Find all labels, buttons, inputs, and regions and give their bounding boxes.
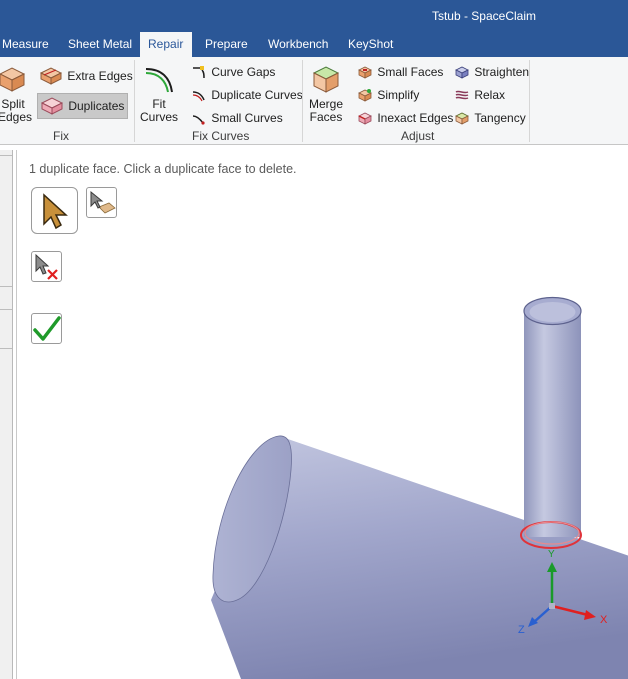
- panel-divider: [0, 309, 12, 310]
- tangency-icon: [455, 112, 469, 125]
- small-curves-label: Small Curves: [211, 110, 283, 125]
- duplicate-curves-icon: [192, 91, 205, 102]
- group-separator: [302, 60, 303, 142]
- small-faces-icon: [358, 66, 372, 79]
- tangency-label: Tangency: [474, 110, 526, 125]
- simplify-icon: [358, 88, 372, 102]
- fit-curves-button[interactable]: Fit Curves: [140, 64, 178, 124]
- duplicates-button[interactable]: Duplicates: [37, 93, 128, 119]
- split-edges-icon: [0, 67, 26, 92]
- curve-gaps-label: Curve Gaps: [211, 64, 276, 79]
- adjust-group-label: Adjust: [401, 129, 435, 143]
- complete-guide-button[interactable]: [31, 313, 62, 344]
- split-edges-label-2: Edges: [0, 110, 33, 124]
- merge-faces-button[interactable]: Merge Faces: [308, 64, 344, 124]
- ribbon-tab-bar: Measure Sheet Metal Repair Prepare Workb…: [0, 32, 628, 57]
- tab-keyshot[interactable]: KeyShot: [341, 32, 400, 57]
- straighten-button[interactable]: Straighten: [455, 64, 529, 79]
- duplicate-curves-button[interactable]: Duplicate Curves: [192, 87, 303, 102]
- extra-edges-label: Extra Edges: [67, 69, 133, 83]
- fit-curves-icon: [145, 68, 173, 93]
- simplify-button[interactable]: Simplify: [358, 87, 419, 102]
- straighten-icon: [455, 66, 469, 79]
- duplicates-label: Duplicates: [68, 99, 125, 113]
- tab-workbench[interactable]: Workbench: [261, 32, 335, 57]
- tangency-button[interactable]: Tangency: [455, 110, 526, 125]
- merge-faces-icon: [312, 66, 340, 93]
- panel-divider: [0, 155, 12, 156]
- group-separator: [529, 60, 530, 142]
- duplicate-curves-label: Duplicate Curves: [211, 87, 303, 102]
- inexact-edges-button[interactable]: Inexact Edges: [358, 110, 453, 125]
- triad-y-label: Y: [548, 549, 555, 560]
- merge-faces-label-2: Faces: [309, 110, 343, 124]
- extra-edges-icon: [40, 67, 62, 85]
- model-view: Y X Z: [211, 296, 628, 679]
- title-bar: Tstub - SpaceClaim: [0, 0, 628, 32]
- select-face-guide-button[interactable]: [86, 187, 117, 218]
- inexact-edges-label: Inexact Edges: [377, 110, 454, 125]
- small-curves-icon: [192, 115, 205, 125]
- simplify-label: Simplify: [377, 87, 420, 102]
- duplicates-icon: [41, 97, 63, 115]
- panel-divider: [0, 286, 12, 287]
- pointer-exclude-icon: [35, 253, 58, 280]
- stub-inner-wall: [529, 302, 576, 322]
- stub-body: [524, 312, 581, 537]
- pointer-arrow-icon: [43, 193, 68, 230]
- small-curves-button[interactable]: Small Curves: [192, 110, 283, 125]
- small-faces-label: Small Faces: [377, 64, 444, 79]
- triad-origin: [549, 603, 555, 609]
- relax-label: Relax: [474, 87, 506, 102]
- pointer-face-icon: [90, 190, 116, 214]
- tab-repair[interactable]: Repair: [140, 32, 192, 57]
- triad-z-label: Z: [518, 624, 525, 636]
- checkmark-icon: [33, 316, 61, 341]
- small-faces-button[interactable]: Small Faces: [358, 64, 443, 79]
- relax-icon: [455, 90, 469, 100]
- tab-sheet-metal[interactable]: Sheet Metal: [61, 32, 139, 57]
- straighten-label: Straighten: [474, 64, 530, 79]
- split-edges-button[interactable]: Split Edges: [0, 64, 33, 124]
- tab-prepare[interactable]: Prepare: [198, 32, 255, 57]
- tab-measure[interactable]: Measure: [0, 32, 56, 57]
- curve-gaps-button[interactable]: Curve Gaps: [192, 64, 275, 79]
- fix-group-label: Fix: [53, 129, 69, 143]
- fix-curves-group-label: Fix Curves: [192, 129, 250, 143]
- curve-gaps-icon: [193, 65, 205, 78]
- design-viewport[interactable]: Y X Z: [16, 150, 628, 679]
- status-hint: 1 duplicate face. Click a duplicate face…: [29, 162, 297, 176]
- relax-button[interactable]: Relax: [455, 87, 505, 102]
- inexact-edges-icon: [358, 112, 372, 125]
- group-separator: [134, 60, 135, 142]
- triad-x-label: X: [600, 614, 608, 626]
- fit-curves-label-2: Curves: [140, 110, 179, 124]
- panel-divider: [0, 348, 12, 349]
- window-title: Tstub - SpaceClaim: [431, 9, 536, 23]
- select-guide-button[interactable]: [31, 187, 78, 234]
- structure-panel-edge[interactable]: [0, 150, 13, 679]
- exclude-guide-button[interactable]: [31, 251, 62, 282]
- extra-edges-button[interactable]: Extra Edges: [40, 67, 133, 85]
